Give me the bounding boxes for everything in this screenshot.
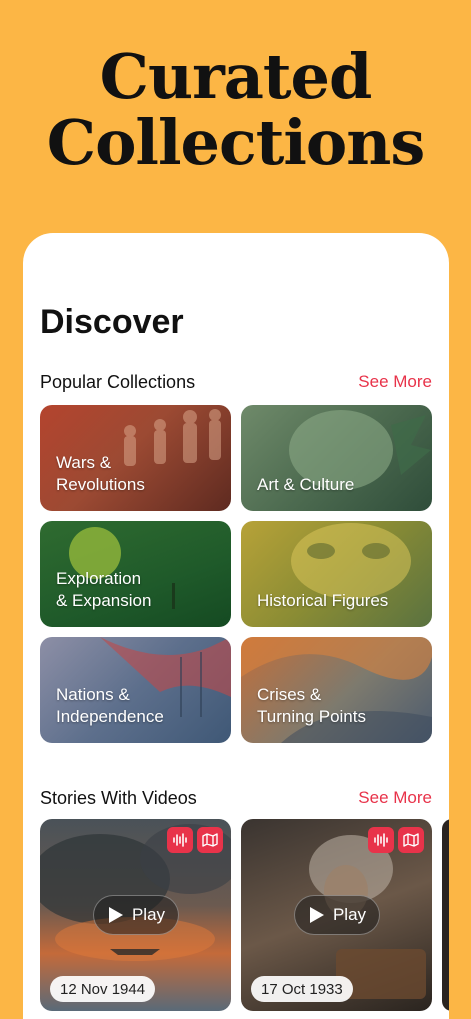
collection-tile-nations-independence[interactable]: Nations & Independence	[40, 637, 231, 743]
story-date-badge: 12 Nov 1944	[50, 976, 156, 1002]
collection-tile-exploration-expansion[interactable]: Exploration & Expansion	[40, 521, 231, 627]
play-icon	[309, 907, 324, 923]
collection-label: Art & Culture	[257, 475, 355, 494]
media-badges	[368, 827, 424, 853]
collection-label: Nations & Independence	[56, 685, 164, 726]
collection-label: Historical Figures	[257, 591, 389, 610]
play-button[interactable]: Play	[92, 895, 179, 935]
section-title: Popular Collections	[40, 371, 196, 392]
app-screen: Discover Popular Collections See More Wa…	[23, 233, 449, 1019]
video-story-card-partial[interactable]	[442, 819, 449, 1011]
map-icon[interactable]	[398, 827, 424, 853]
media-badges	[167, 827, 223, 853]
page-title: Discover	[40, 303, 184, 341]
collection-tile-crises-turning-points[interactable]: Crises & Turning Points	[241, 637, 432, 743]
audio-waveform-icon[interactable]	[167, 827, 193, 853]
collections-grid: Wars & Revolutions Art & Culture Explora…	[40, 405, 432, 743]
audio-waveform-icon[interactable]	[368, 827, 394, 853]
popular-collections-header: Popular Collections See More	[40, 370, 432, 394]
play-label: Play	[332, 905, 367, 924]
see-more-stories-link[interactable]: See More	[358, 788, 432, 808]
collection-tile-art-culture[interactable]: Art & Culture	[241, 405, 432, 511]
play-button[interactable]: Play	[293, 895, 380, 935]
collection-label: Exploration & Expansion	[56, 569, 152, 610]
video-story-card[interactable]: Play 12 Nov 1944	[40, 819, 231, 1011]
play-icon	[108, 907, 123, 923]
collection-tile-wars-revolutions[interactable]: Wars & Revolutions	[40, 405, 231, 511]
video-stories-carousel[interactable]: Play 12 Nov 1944 Play 17 Oct 1933	[40, 819, 449, 1019]
hero-title-line-1: Curated	[99, 40, 373, 113]
collection-label: Wars & Revolutions	[56, 453, 145, 494]
map-icon[interactable]	[197, 827, 223, 853]
collection-tile-historical-figures[interactable]: Historical Figures	[241, 521, 432, 627]
story-date-badge: 17 Oct 1933	[251, 976, 353, 1002]
video-story-card[interactable]: Play 17 Oct 1933	[241, 819, 432, 1011]
play-label: Play	[131, 905, 166, 924]
hero-title: Curated Collections	[0, 44, 471, 176]
hero-title-line-2: Collections	[46, 106, 426, 179]
section-title: Stories With Videos	[40, 787, 197, 808]
see-more-collections-link[interactable]: See More	[358, 372, 432, 392]
collection-label: Crises & Turning Points	[257, 685, 366, 726]
stories-with-videos-header: Stories With Videos See More	[40, 786, 432, 810]
